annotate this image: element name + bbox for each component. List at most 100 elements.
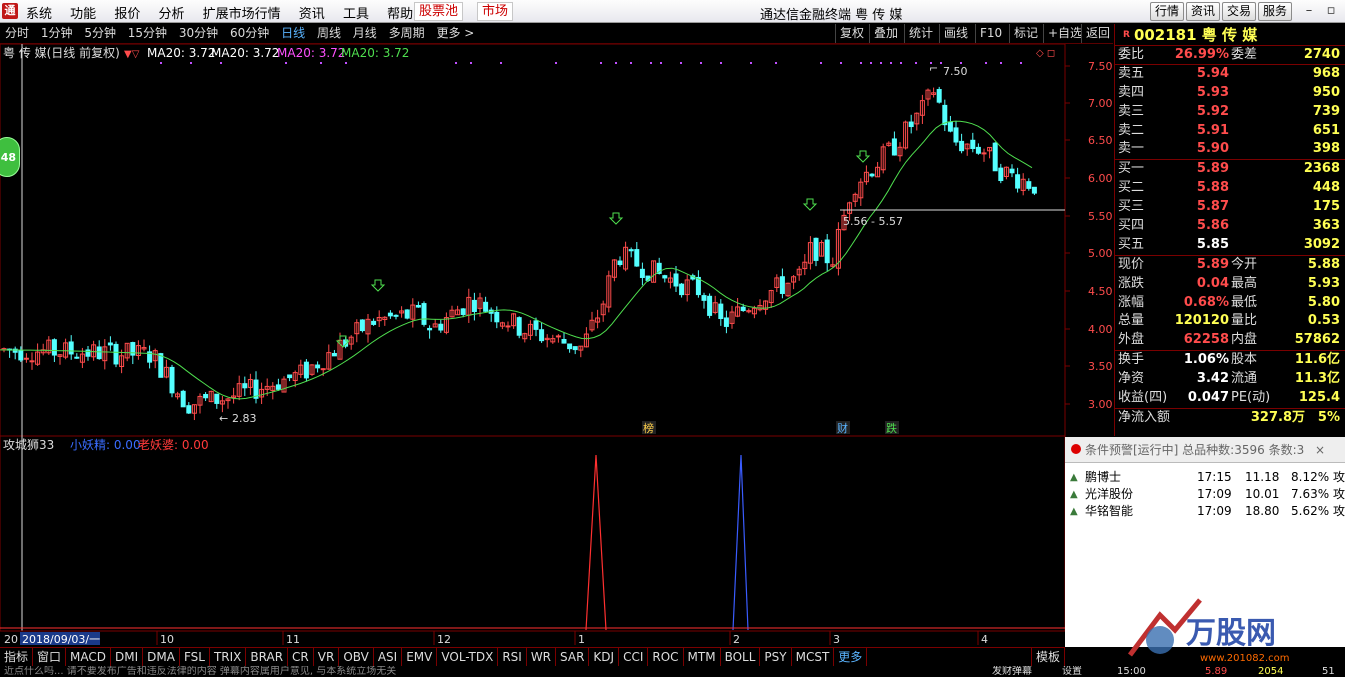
ind-obv[interactable]: OBV xyxy=(339,648,374,666)
period-5min[interactable]: 5分钟 xyxy=(84,24,116,43)
menu-quote[interactable]: 报价 xyxy=(114,7,140,22)
period-30min[interactable]: 30分钟 xyxy=(179,24,218,43)
ind-vol-tdx[interactable]: VOL-TDX xyxy=(437,648,499,666)
danmu-input[interactable]: 近点什么吗... 请不要发布广告和违反法律的内容 弹幕内容属用户意见, 与本系统… xyxy=(4,666,396,677)
ind-zhibiao[interactable]: 指标 xyxy=(0,648,34,666)
tool-draw[interactable]: 画线 xyxy=(939,24,972,43)
chart-options-icon[interactable]: ▼▽ xyxy=(124,49,140,60)
close-icon[interactable]: × xyxy=(1315,437,1325,463)
ind-roc[interactable]: ROC xyxy=(648,648,684,666)
period-multi[interactable]: 多周期 xyxy=(389,24,425,43)
market-button[interactable]: 市场 xyxy=(477,2,514,21)
menu-info[interactable]: 资讯 xyxy=(299,7,325,22)
net-inflow-row: 净流入额 327.8万 5% xyxy=(1115,409,1345,428)
period-1min[interactable]: 1分钟 xyxy=(41,24,73,43)
quote-row-label2: 股本 xyxy=(1231,352,1258,368)
stock-pool-button[interactable]: 股票池 xyxy=(414,2,464,21)
ind-boll[interactable]: BOLL xyxy=(721,648,761,666)
quote-row-value: 5.88 xyxy=(1196,180,1229,196)
ind-mtm[interactable]: MTM xyxy=(684,648,721,666)
ind-brar[interactable]: BRAR xyxy=(246,648,289,666)
ind-sar[interactable]: SAR xyxy=(556,648,590,666)
quote-row-label: 收益(四) xyxy=(1118,390,1168,406)
danmu-button[interactable]: 发财弹幕 xyxy=(992,666,1032,677)
menu-system[interactable]: 系统 xyxy=(26,7,52,22)
candle-body xyxy=(1009,168,1015,174)
tool-overlay[interactable]: 叠加 xyxy=(869,24,902,43)
ind-template[interactable]: 模板 xyxy=(1030,648,1065,666)
ind-dma[interactable]: DMA xyxy=(143,648,180,666)
ind-macd[interactable]: MACD xyxy=(66,648,112,666)
ind-dmi[interactable]: DMI xyxy=(111,648,144,666)
event-tag-die[interactable]: 跌 xyxy=(885,421,899,435)
quote-row-value2: 363 xyxy=(1312,218,1340,234)
buy-arrow-icon xyxy=(855,150,871,163)
period-daily[interactable]: 日线 xyxy=(281,24,305,43)
sub-chart-title: 攻城狮33 xyxy=(3,438,54,452)
top-button-info[interactable]: 资讯 xyxy=(1186,2,1221,21)
ind-rsi[interactable]: RSI xyxy=(498,648,527,666)
ind-trix[interactable]: TRIX xyxy=(210,648,247,666)
quote-row-label: 现价 xyxy=(1118,256,1145,272)
left-badge[interactable]: 48 xyxy=(0,137,20,177)
ind-asi[interactable]: ASI xyxy=(374,648,403,666)
alert-row[interactable]: ▲ 光洋股份 17:09 10.01 7.63% 攻 xyxy=(1065,486,1345,503)
menu-tools[interactable]: 工具 xyxy=(343,7,369,22)
candle-body xyxy=(74,356,80,359)
tool-add-watchlist[interactable]: +自选 xyxy=(1043,24,1086,43)
quote-row-value2: 175 xyxy=(1312,199,1340,215)
svg-text:财: 财 xyxy=(837,421,848,435)
ind-vr[interactable]: VR xyxy=(314,648,340,666)
menu-ext-market[interactable]: 扩展市场行情 xyxy=(203,7,281,22)
period-more[interactable]: 更多 > xyxy=(436,24,474,43)
menu-function[interactable]: 功能 xyxy=(70,7,96,22)
chart-diamond-icon[interactable]: ◇ ◻ xyxy=(1036,48,1055,59)
top-button-quote[interactable]: 行情 xyxy=(1150,2,1185,21)
candle-body xyxy=(701,295,707,301)
period-15min[interactable]: 15分钟 xyxy=(128,24,167,43)
tool-back[interactable]: 返回 xyxy=(1081,24,1114,43)
alert-extra: 攻 xyxy=(1333,470,1345,484)
period-monthly[interactable]: 月线 xyxy=(353,24,377,43)
tool-f10[interactable]: F10 xyxy=(975,24,1006,43)
sub-series-2: 老妖婆: 0.00 xyxy=(138,438,209,452)
tool-mark[interactable]: 标记 xyxy=(1009,24,1042,43)
ind-psy[interactable]: PSY xyxy=(760,648,792,666)
ind-wr[interactable]: WR xyxy=(527,648,557,666)
minimize-icon[interactable]: – xyxy=(1300,2,1318,20)
event-tag-bang[interactable]: 榜 xyxy=(642,421,656,435)
period-fenshi[interactable]: 分时 xyxy=(5,24,29,43)
top-button-trade[interactable]: 交易 xyxy=(1222,2,1257,21)
period-60min[interactable]: 60分钟 xyxy=(230,24,269,43)
alert-row[interactable]: ▲ 华铭智能 17:09 18.80 5.62% 攻 xyxy=(1065,503,1345,520)
ind-kdj[interactable]: KDJ xyxy=(589,648,620,666)
ind-window[interactable]: 窗口 xyxy=(33,648,67,666)
ind-cr[interactable]: CR xyxy=(288,648,314,666)
quote-row-label: 涨跌 xyxy=(1118,275,1145,291)
alert-row[interactable]: ▲ 鹏博士 17:15 11.18 8.12% 攻 xyxy=(1065,469,1345,486)
tool-stats[interactable]: 统计 xyxy=(904,24,937,43)
signal-dot xyxy=(615,62,617,64)
alert-header[interactable]: 条件预警[运行中] 总品种数:3596 条数:3 × xyxy=(1065,437,1345,463)
ma-label-3: MA20: 3.72 xyxy=(277,46,345,60)
tool-fuquan[interactable]: 复权 xyxy=(835,24,868,43)
menu-help[interactable]: 帮助 xyxy=(387,7,413,22)
ind-cci[interactable]: CCI xyxy=(619,648,649,666)
ind-more[interactable]: 更多 xyxy=(834,648,868,666)
candle-body xyxy=(68,341,74,355)
signal-dot xyxy=(930,62,932,64)
ind-mcst[interactable]: MCST xyxy=(792,648,835,666)
menu-analysis[interactable]: 分析 xyxy=(158,7,184,22)
chart-area[interactable]: 7.50 7.00 6.50 6.00 5.50 5.00 4.50 4.00 3.50 3.00… xyxy=(0,44,1114,647)
period-weekly[interactable]: 周线 xyxy=(317,24,341,43)
ind-emv[interactable]: EMV xyxy=(402,648,438,666)
danmu-settings[interactable]: 设置 xyxy=(1062,666,1082,677)
quote-row-value2: 968 xyxy=(1312,65,1340,81)
month-tick-label: 2 xyxy=(733,633,740,646)
ind-fsl[interactable]: FSL xyxy=(180,648,210,666)
candle-body xyxy=(539,329,545,342)
candle-body xyxy=(561,339,567,344)
restore-icon[interactable]: ▫ xyxy=(1322,2,1340,20)
event-tag-cai[interactable]: 财 xyxy=(836,421,850,435)
top-button-service[interactable]: 服务 xyxy=(1258,2,1293,21)
